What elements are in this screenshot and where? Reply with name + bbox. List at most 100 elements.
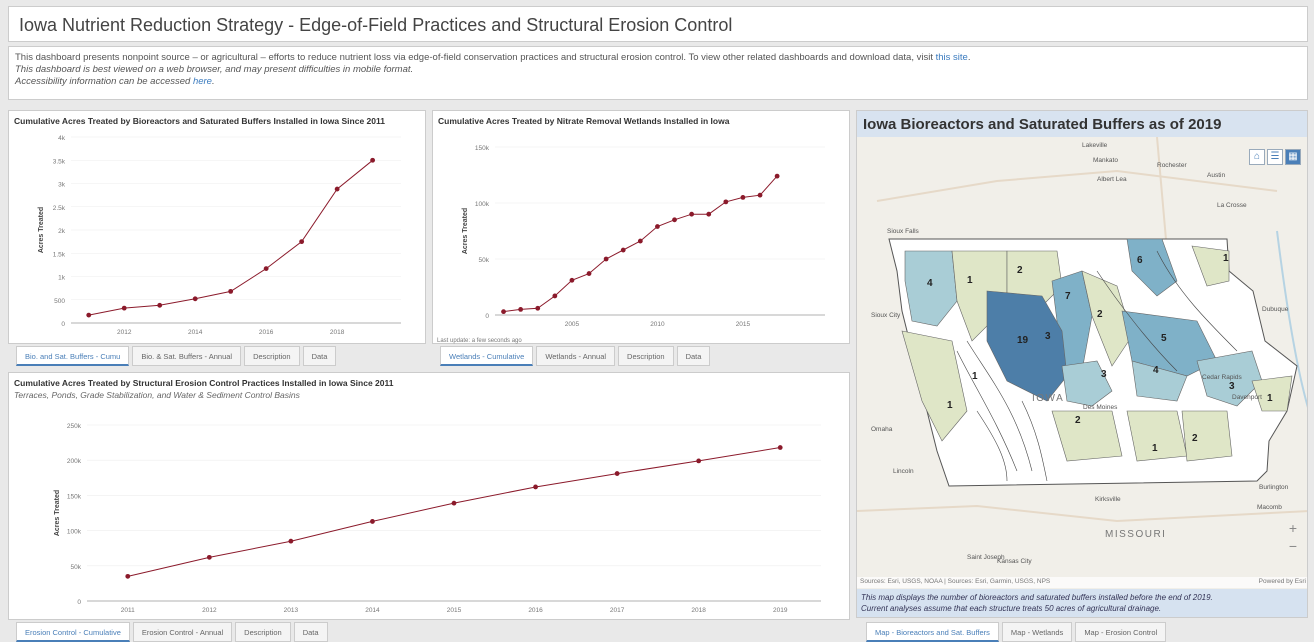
tab-wetlands-data[interactable]: Data xyxy=(676,346,711,366)
data-point[interactable] xyxy=(533,484,538,490)
tab-bio-cumulative[interactable]: Bio. and Sat. Buffers - Cumu xyxy=(16,346,130,366)
region-count-label: 19 xyxy=(1017,335,1029,346)
tab-wetlands-description[interactable]: Description xyxy=(618,346,674,366)
data-point[interactable] xyxy=(586,271,592,276)
region-count-label: 3 xyxy=(1101,369,1107,380)
tab-erosion-data[interactable]: Data xyxy=(293,622,328,642)
tab-bio-description[interactable]: Description xyxy=(244,346,300,366)
data-point[interactable] xyxy=(569,277,575,283)
data-point[interactable] xyxy=(655,224,660,229)
place-label: Macomb xyxy=(1257,504,1282,511)
x-tick-label: 2018 xyxy=(330,329,345,336)
tab-map-erosion[interactable]: Map - Erosion Control xyxy=(1075,622,1167,642)
tab-bio-annual[interactable]: Bio. & Sat. Buffers - Annual xyxy=(132,346,242,366)
data-point[interactable] xyxy=(121,305,127,311)
site-link[interactable]: this site xyxy=(936,52,968,63)
tab-wetlands-annual[interactable]: Wetlands - Annual xyxy=(536,346,616,366)
map-tabs: Map - Bioreactors and Sat. Buffers Map -… xyxy=(866,622,1167,642)
data-point[interactable] xyxy=(157,302,163,308)
region-count-label: 2 xyxy=(1017,265,1023,276)
region-count-label: 3 xyxy=(1045,331,1051,342)
tab-erosion-description[interactable]: Description xyxy=(235,622,291,642)
data-point[interactable] xyxy=(620,247,626,253)
y-tick-label: 3k xyxy=(58,182,66,189)
data-point[interactable] xyxy=(757,192,763,198)
region-count-label: 1 xyxy=(1223,253,1229,264)
tab-wetlands-cumulative[interactable]: Wetlands - Cumulative xyxy=(440,346,534,366)
erosion-chart: 0 50k 100k 150k 200k 250k 2011 2012 2013 2014 2015… xyxy=(54,423,821,614)
data-point[interactable] xyxy=(370,519,375,524)
data-point[interactable] xyxy=(192,296,198,302)
map-title: Iowa Bioreactors and Saturated Buffers a… xyxy=(857,111,1307,137)
list-icon[interactable]: ☰ xyxy=(1267,149,1283,165)
data-point[interactable] xyxy=(774,173,780,179)
erosion-chart-title: Cumulative Acres Treated by Structural E… xyxy=(14,378,394,388)
y-tick-label: 250k xyxy=(67,423,82,430)
y-tick-label: 150k xyxy=(475,145,490,152)
data-point[interactable] xyxy=(451,500,457,506)
data-point[interactable] xyxy=(689,211,695,217)
data-point[interactable] xyxy=(552,293,558,299)
tab-bio-data[interactable]: Data xyxy=(302,346,337,366)
data-point[interactable] xyxy=(206,554,212,560)
y-tick-label: 0 xyxy=(61,321,65,328)
tab-erosion-cumulative[interactable]: Erosion Control - Cumulative xyxy=(16,622,130,642)
region-count-label: 7 xyxy=(1065,291,1071,302)
data-point[interactable] xyxy=(696,458,702,464)
place-label: Albert Lea xyxy=(1097,176,1127,183)
place-label: Omaha xyxy=(871,426,893,433)
tab-map-bioreactors[interactable]: Map - Bioreactors and Sat. Buffers xyxy=(866,622,999,642)
erosion-chart-panel: Cumulative Acres Treated by Structural E… xyxy=(8,372,850,620)
region-count-label: 2 xyxy=(1075,415,1081,426)
accessibility-link[interactable]: here xyxy=(193,76,212,87)
zoom-out-icon[interactable]: − xyxy=(1285,537,1301,555)
data-point[interactable] xyxy=(535,305,541,311)
region-count-label: 1 xyxy=(972,371,978,382)
data-point[interactable] xyxy=(672,217,677,223)
data-point[interactable] xyxy=(228,288,234,294)
x-tick-label: 2012 xyxy=(117,329,132,336)
data-point[interactable] xyxy=(263,266,269,271)
data-point[interactable] xyxy=(299,239,305,245)
data-point[interactable] xyxy=(723,199,729,205)
home-icon[interactable]: ⌂ xyxy=(1249,149,1265,165)
data-point[interactable] xyxy=(501,309,506,315)
data-point[interactable] xyxy=(86,312,92,318)
data-point[interactable] xyxy=(603,256,609,262)
description-line: This dashboard presents nonpoint source … xyxy=(15,52,971,63)
tab-erosion-annual[interactable]: Erosion Control - Annual xyxy=(132,622,233,642)
data-point[interactable] xyxy=(706,211,712,217)
accessibility-line: Accessibility information can be accesse… xyxy=(15,76,215,87)
powered-by[interactable]: Powered by Esri xyxy=(1259,578,1306,585)
place-label: Lincoln xyxy=(893,468,914,475)
data-point[interactable] xyxy=(518,307,524,312)
zoom-controls: + − xyxy=(1285,519,1301,555)
place-label: MISSOURI xyxy=(1105,529,1166,540)
y-tick-label: 200k xyxy=(67,458,82,465)
region-count-label: 4 xyxy=(1153,365,1159,376)
series-line xyxy=(127,447,781,577)
data-point[interactable] xyxy=(370,157,376,163)
x-tick-label: 2018 xyxy=(691,607,706,614)
x-tick-label: 2016 xyxy=(259,329,274,336)
data-point[interactable] xyxy=(777,445,783,450)
wetlands-chart-panel: Cumulative Acres Treated by Nitrate Remo… xyxy=(432,110,850,344)
iowa-map[interactable]: Lakeville Mankato Rochester Albert Lea Austi… xyxy=(857,111,1308,618)
map-panel[interactable]: Lakeville Mankato Rochester Albert Lea Austi… xyxy=(856,110,1308,618)
series-line xyxy=(503,175,778,313)
accessibility-text: Accessibility information can be accesse… xyxy=(15,76,193,87)
data-point[interactable] xyxy=(334,186,340,192)
data-point[interactable] xyxy=(288,538,294,544)
description-text: This dashboard presents nonpoint source … xyxy=(15,52,936,63)
data-point[interactable] xyxy=(637,238,643,244)
data-point[interactable] xyxy=(740,195,746,200)
y-tick-label: 0 xyxy=(485,313,489,320)
data-point[interactable] xyxy=(614,471,620,476)
data-point[interactable] xyxy=(125,573,131,579)
map-caption: This map displays the number of bioreact… xyxy=(857,589,1307,617)
region-count-label: 1 xyxy=(1152,443,1158,454)
browser-note: This dashboard is best viewed on a web b… xyxy=(15,64,414,75)
zoom-in-icon[interactable]: + xyxy=(1285,519,1301,537)
basemap-icon[interactable]: ▦ xyxy=(1285,149,1301,165)
tab-map-wetlands[interactable]: Map - Wetlands xyxy=(1001,622,1073,642)
